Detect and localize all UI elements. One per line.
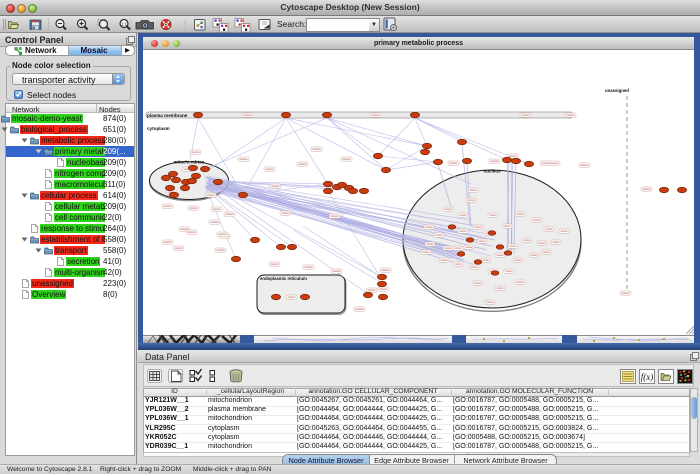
svg-text:1:1: 1:1 (121, 21, 128, 26)
svg-text:plasma membrane: plasma membrane (147, 113, 188, 118)
svg-text:f(x): f(x) (641, 372, 654, 382)
svg-text:unassigned: unassigned (605, 88, 629, 93)
svg-text:cytoplasm: cytoplasm (147, 126, 170, 131)
svg-text:nucleus: nucleus (483, 169, 501, 174)
svg-text:endoplasmic reticulum: endoplasmic reticulum (260, 276, 307, 281)
